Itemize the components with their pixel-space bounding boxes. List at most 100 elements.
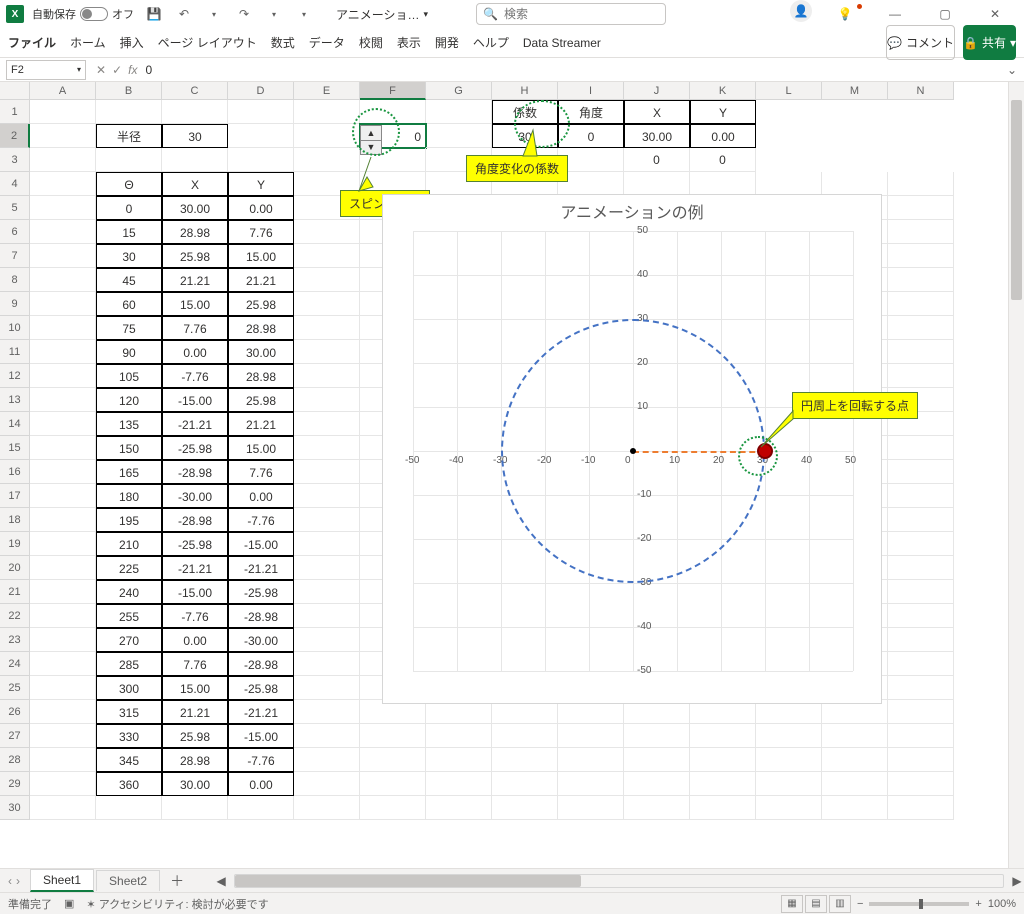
scrollbar-thumb[interactable] <box>1011 100 1022 300</box>
cell[interactable]: 0.00 <box>162 340 228 364</box>
cell[interactable] <box>888 484 954 508</box>
cell[interactable] <box>294 796 360 820</box>
cell[interactable] <box>30 124 96 148</box>
cell[interactable] <box>30 292 96 316</box>
cell[interactable] <box>756 748 822 772</box>
vertical-scrollbar[interactable] <box>1008 82 1024 898</box>
row-header[interactable]: 17 <box>0 484 30 508</box>
view-pagebreak-icon[interactable]: ▥ <box>829 895 851 913</box>
sheet-tab-sheet1[interactable]: Sheet1 <box>30 869 94 892</box>
cell[interactable]: 25.98 <box>228 292 294 316</box>
cell[interactable] <box>426 772 492 796</box>
macro-record-icon[interactable]: ▣ <box>64 897 74 910</box>
cell[interactable] <box>294 484 360 508</box>
cell[interactable] <box>30 316 96 340</box>
cell[interactable] <box>30 508 96 532</box>
cell[interactable]: 30.00 <box>624 124 690 148</box>
select-all-triangle[interactable] <box>0 82 30 100</box>
cell[interactable] <box>294 124 360 148</box>
cell[interactable] <box>30 244 96 268</box>
cell[interactable] <box>294 604 360 628</box>
cell[interactable]: -28.98 <box>162 508 228 532</box>
row-header[interactable]: 12 <box>0 364 30 388</box>
col-K[interactable]: K <box>690 82 756 100</box>
cell[interactable] <box>558 748 624 772</box>
cell[interactable]: -25.98 <box>228 676 294 700</box>
row-header[interactable]: 18 <box>0 508 30 532</box>
fx-icon[interactable]: fx <box>128 63 137 77</box>
cell[interactable]: 半径 <box>96 124 162 148</box>
cell[interactable] <box>888 508 954 532</box>
cell[interactable] <box>426 100 492 124</box>
cell[interactable] <box>294 508 360 532</box>
row-header[interactable]: 2 <box>0 124 30 148</box>
cell[interactable]: 0 <box>96 196 162 220</box>
cell[interactable]: -21.21 <box>162 412 228 436</box>
row-header[interactable]: 5 <box>0 196 30 220</box>
cell[interactable]: 0.00 <box>228 772 294 796</box>
col-B[interactable]: B <box>96 82 162 100</box>
cell[interactable] <box>822 796 888 820</box>
cell[interactable] <box>294 628 360 652</box>
cell[interactable]: -21.21 <box>228 556 294 580</box>
cell[interactable]: Y <box>228 172 294 196</box>
cell[interactable] <box>492 748 558 772</box>
cell[interactable] <box>690 724 756 748</box>
cell[interactable] <box>624 724 690 748</box>
cell[interactable]: 165 <box>96 460 162 484</box>
cell[interactable]: -15.00 <box>162 388 228 412</box>
cell[interactable]: -28.98 <box>228 604 294 628</box>
cell[interactable] <box>558 796 624 820</box>
zoom-slider[interactable] <box>869 902 969 906</box>
hscroll-left-icon[interactable]: ◀ <box>214 874 228 888</box>
cell[interactable] <box>294 676 360 700</box>
row-header[interactable]: 6 <box>0 220 30 244</box>
cell[interactable] <box>30 580 96 604</box>
cell[interactable]: 15.00 <box>162 292 228 316</box>
cell[interactable] <box>888 268 954 292</box>
cell[interactable] <box>30 364 96 388</box>
cell[interactable] <box>624 172 690 196</box>
cell[interactable] <box>360 772 426 796</box>
worksheet-grid[interactable]: A B C D E F G H I J K L M N 1係数角度XY2半径30… <box>0 82 1024 898</box>
cell[interactable] <box>888 652 954 676</box>
cell[interactable]: 30 <box>96 244 162 268</box>
cell[interactable]: 28.98 <box>162 220 228 244</box>
search-input[interactable] <box>504 7 659 21</box>
cell[interactable]: -28.98 <box>228 652 294 676</box>
cell[interactable]: -21.21 <box>162 556 228 580</box>
sheet-tab-sheet2[interactable]: Sheet2 <box>96 870 160 891</box>
cell[interactable] <box>162 796 228 820</box>
cell[interactable]: 25.98 <box>228 388 294 412</box>
cell[interactable] <box>96 100 162 124</box>
cell[interactable] <box>888 172 954 196</box>
col-L[interactable]: L <box>756 82 822 100</box>
add-sheet-button[interactable]: ＋ <box>160 871 194 891</box>
row-header[interactable]: 27 <box>0 724 30 748</box>
cell[interactable] <box>888 676 954 700</box>
cell[interactable] <box>30 652 96 676</box>
cell[interactable] <box>822 748 888 772</box>
cell[interactable] <box>30 676 96 700</box>
row-header[interactable]: 11 <box>0 340 30 364</box>
row-header[interactable]: 28 <box>0 748 30 772</box>
cell[interactable] <box>492 724 558 748</box>
tab-datastreamer[interactable]: Data Streamer <box>523 32 601 54</box>
cell[interactable] <box>624 772 690 796</box>
cell[interactable] <box>888 628 954 652</box>
cell[interactable] <box>162 148 228 172</box>
cell[interactable]: 7.76 <box>162 652 228 676</box>
cell[interactable]: 45 <box>96 268 162 292</box>
cell[interactable] <box>558 772 624 796</box>
row-header[interactable]: 22 <box>0 604 30 628</box>
cell[interactable]: 25.98 <box>162 244 228 268</box>
formula-enter-icon[interactable]: ✓ <box>112 63 122 77</box>
qa-overflow-icon[interactable]: ▾ <box>292 3 316 25</box>
formula-cancel-icon[interactable]: ✕ <box>96 63 106 77</box>
cell[interactable] <box>888 556 954 580</box>
cell[interactable]: 345 <box>96 748 162 772</box>
undo-icon[interactable]: ↶ <box>172 3 196 25</box>
cell[interactable]: 0.00 <box>228 196 294 220</box>
cell[interactable] <box>888 748 954 772</box>
tab-home[interactable]: ホーム <box>70 30 106 55</box>
